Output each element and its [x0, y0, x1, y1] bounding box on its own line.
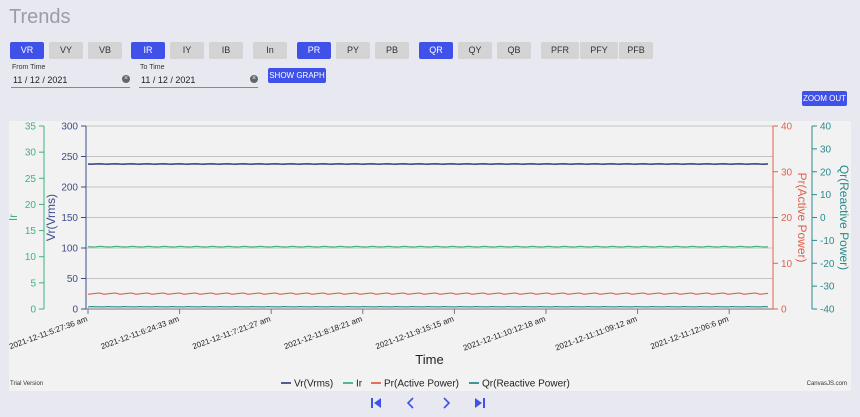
clear-icon[interactable]: × [250, 75, 258, 83]
next-icon[interactable] [440, 397, 452, 409]
ir-tick-label: 30 [25, 148, 37, 159]
x-tick-label: 2021-12-11:10:12:18 am [462, 314, 547, 352]
vr-tick-label: 200 [61, 183, 78, 194]
canvasjs-credit[interactable]: CanvasJS.com [807, 381, 847, 387]
prev-icon[interactable] [405, 397, 417, 409]
toggle-pfy[interactable]: PFY [580, 42, 618, 59]
qr-tick-label: -40 [820, 305, 835, 316]
toggle-qr[interactable]: QR [419, 42, 453, 59]
ir-tick-label: 0 [30, 305, 36, 316]
x-tick-label: 2021-12-11:12:06:6 pm [649, 314, 730, 351]
from-time-input[interactable]: 11 / 12 / 2021 × [11, 73, 130, 88]
from-time-label: From Time [12, 64, 46, 71]
legend-label-ir: Ir [356, 379, 363, 390]
legend-label-pr: Pr(Active Power) [384, 379, 459, 390]
ir-tick-label: 15 [25, 226, 37, 237]
show-graph-button[interactable]: SHOW GRAPH [268, 68, 326, 83]
vr-axis-title: Vr(Vrms) [44, 194, 58, 241]
x-tick-label: 2021-12-11:8:18:21 am [283, 314, 364, 351]
vr-tick-label: 50 [67, 274, 79, 285]
toggle-iy[interactable]: IY [170, 42, 204, 59]
series-line-pr [87, 292, 769, 295]
toggle-qy[interactable]: QY [458, 42, 492, 59]
toggle-qb[interactable]: QB [497, 42, 531, 59]
qr-tick-label: -10 [820, 236, 835, 247]
page-title: Trends [9, 6, 71, 28]
clear-icon[interactable]: × [122, 75, 130, 83]
qr-tick-label: 20 [820, 167, 832, 178]
vr-tick-label: 0 [72, 305, 78, 316]
trial-notice: Trial Version [10, 381, 44, 387]
vr-tick-label: 100 [61, 244, 78, 255]
legend-label-vr: Vr(Vrms) [294, 379, 333, 390]
x-tick-label: 2021-12-11:11:09:12 am [554, 314, 639, 352]
ir-tick-label: 25 [25, 174, 37, 185]
pr-tick-label: 0 [781, 305, 787, 316]
ir-tick-label: 35 [25, 122, 37, 133]
pr-tick-label: 10 [781, 259, 793, 270]
toggle-py[interactable]: PY [336, 42, 370, 59]
ir-tick-label: 20 [25, 200, 37, 211]
to-time-label: To Time [140, 64, 165, 71]
toggle-in[interactable]: In [253, 42, 287, 59]
pr-tick-label: 20 [781, 213, 793, 224]
qr-tick-label: 0 [820, 213, 826, 224]
x-tick-label: 2021-12-11:9:15:15 am [374, 314, 455, 351]
qr-tick-label: -30 [820, 282, 835, 293]
x-tick-label: 2021-12-11:5:27:36 am [9, 314, 89, 351]
vr-tick-label: 250 [61, 152, 78, 163]
pr-tick-label: 30 [781, 167, 793, 178]
toggle-vb[interactable]: VB [88, 42, 122, 59]
to-time-input[interactable]: 11 / 12 / 2021 × [139, 73, 258, 88]
ir-tick-label: 5 [30, 278, 36, 289]
qr-tick-label: 40 [820, 122, 832, 133]
x-tick-label: 2021-12-11:6:24:33 am [100, 314, 181, 351]
qr-tick-label: -20 [820, 259, 835, 270]
toggle-pr[interactable]: PR [297, 42, 331, 59]
toggle-pfr[interactable]: PFR [541, 42, 579, 59]
toggle-pfb[interactable]: PFB [619, 42, 653, 59]
toggle-vr[interactable]: VR [10, 42, 44, 59]
vr-tick-label: 300 [61, 122, 78, 133]
zoom-out-button[interactable]: ZOOM OUT [802, 91, 847, 106]
toggle-vy[interactable]: VY [49, 42, 83, 59]
vr-tick-label: 150 [61, 213, 78, 224]
from-time-value: 11 / 12 / 2021 [13, 75, 68, 85]
first-page-icon[interactable] [370, 397, 382, 409]
legend-label-qr: Qr(Reactive Power) [482, 379, 570, 390]
pr-tick-label: 40 [781, 122, 793, 133]
pr-axis-title: Pr(Active Power) [795, 172, 809, 262]
toggle-ib[interactable]: IB [209, 42, 243, 59]
ir-tick-label: 10 [25, 252, 37, 263]
qr-axis-title: Qr(Reactive Power) [837, 165, 851, 270]
to-time-value: 11 / 12 / 2021 [141, 75, 196, 85]
qr-tick-label: 10 [820, 190, 832, 201]
toggle-ir[interactable]: IR [131, 42, 165, 59]
trend-chart[interactable]: 0 5 10 15 20 25 30 35 Ir 0 50 100 150 200 250 300 Vr(Vrm… [9, 121, 851, 391]
qr-tick-label: 30 [820, 144, 832, 155]
toggle-pb[interactable]: PB [375, 42, 409, 59]
series-line-ir [87, 245, 769, 248]
x-axis-title: Time [415, 352, 443, 367]
ir-axis-title: Ir [9, 214, 20, 221]
x-tick-label: 2021-12-11:7:21:27 am [191, 314, 272, 351]
last-page-icon[interactable] [474, 397, 486, 409]
